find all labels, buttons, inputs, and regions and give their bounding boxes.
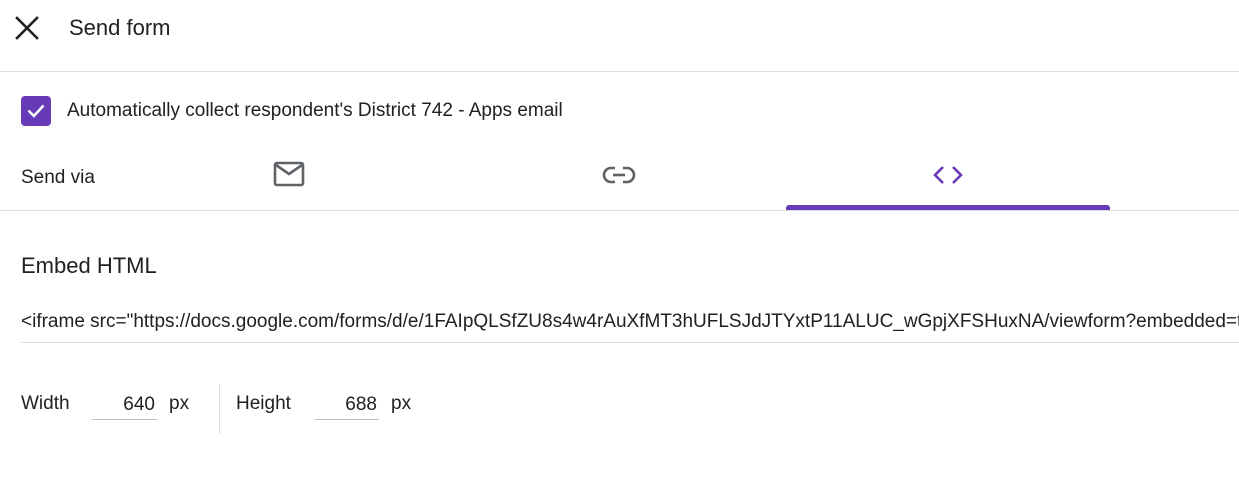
embed-html-title: Embed HTML <box>21 253 157 278</box>
size-divider <box>219 384 220 434</box>
dialog-title: Send form <box>69 15 171 40</box>
width-label: Width <box>21 393 70 414</box>
selected-tab-indicator <box>786 205 1110 210</box>
dialog-header: Send form <box>0 0 1239 72</box>
collect-email-checkbox[interactable] <box>21 96 51 126</box>
width-unit: px <box>169 393 190 414</box>
link-icon <box>602 166 636 184</box>
close-icon <box>15 16 39 40</box>
tab-link[interactable] <box>457 150 781 210</box>
height-unit: px <box>391 393 412 414</box>
embed-code-field[interactable]: <iframe src="https://docs.google.com/for… <box>21 308 1239 343</box>
send-via-label: Send via <box>21 167 95 188</box>
height-label: Height <box>236 393 291 414</box>
collect-email-row: Automatically collect respondent's Distr… <box>21 96 563 126</box>
width-input[interactable] <box>92 390 157 420</box>
close-button[interactable] <box>10 11 44 45</box>
code-icon <box>933 166 963 184</box>
send-via-tabs: Send via <box>0 150 1239 211</box>
height-input[interactable] <box>315 390 379 420</box>
collect-email-label: Automatically collect respondent's Distr… <box>67 100 563 121</box>
mail-icon <box>273 161 305 187</box>
embed-size-row: Width px Height px <box>21 384 621 436</box>
checkmark-icon <box>27 104 45 118</box>
tab-email[interactable] <box>127 150 451 210</box>
tab-embed[interactable] <box>786 150 1110 210</box>
